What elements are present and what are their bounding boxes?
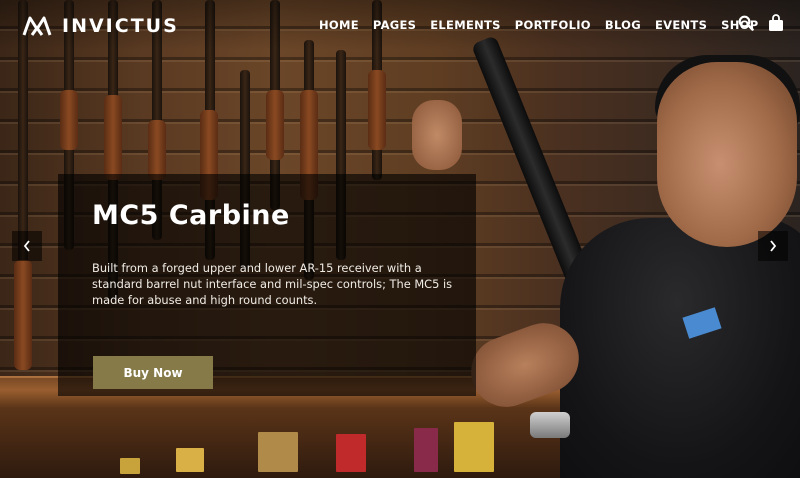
nav-item-portfolio[interactable]: PORTFOLIO: [515, 18, 591, 32]
hand-image: [412, 100, 462, 170]
shopping-bag-icon[interactable]: [768, 14, 784, 32]
nav-item-blog[interactable]: BLOG: [605, 18, 641, 32]
slider-prev-button[interactable]: [12, 231, 42, 261]
wristwatch-image: [530, 412, 570, 438]
site-logo[interactable]: INVICTUS: [22, 13, 179, 39]
slide-caption-panel: MC5 Carbine Built from a forged upper an…: [58, 174, 476, 396]
slide-title: MC5 Carbine: [92, 200, 290, 231]
nav-item-pages[interactable]: PAGES: [373, 18, 416, 32]
logo-mark-icon: [22, 16, 52, 36]
logo-text: INVICTUS: [62, 15, 179, 37]
man-head-image: [657, 62, 797, 247]
slide-description: Built from a forged upper and lower AR-1…: [92, 261, 453, 307]
top-navigation-bar: INVICTUS HOME PAGES ELEMENTS PORTFOLIO B…: [0, 0, 800, 50]
nav-icons: [738, 14, 784, 32]
slider-next-button[interactable]: [758, 231, 788, 261]
chevron-right-icon: [770, 240, 777, 252]
nav-item-home[interactable]: HOME: [319, 18, 359, 32]
nav-item-elements[interactable]: ELEMENTS: [430, 18, 501, 32]
nav-item-events[interactable]: EVENTS: [655, 18, 707, 32]
hero-slider: INVICTUS HOME PAGES ELEMENTS PORTFOLIO B…: [0, 0, 800, 478]
buy-now-button[interactable]: Buy Now: [93, 356, 213, 389]
chevron-left-icon: [23, 240, 30, 252]
search-icon[interactable]: [738, 15, 754, 31]
main-nav: HOME PAGES ELEMENTS PORTFOLIO BLOG EVENT…: [319, 16, 772, 34]
